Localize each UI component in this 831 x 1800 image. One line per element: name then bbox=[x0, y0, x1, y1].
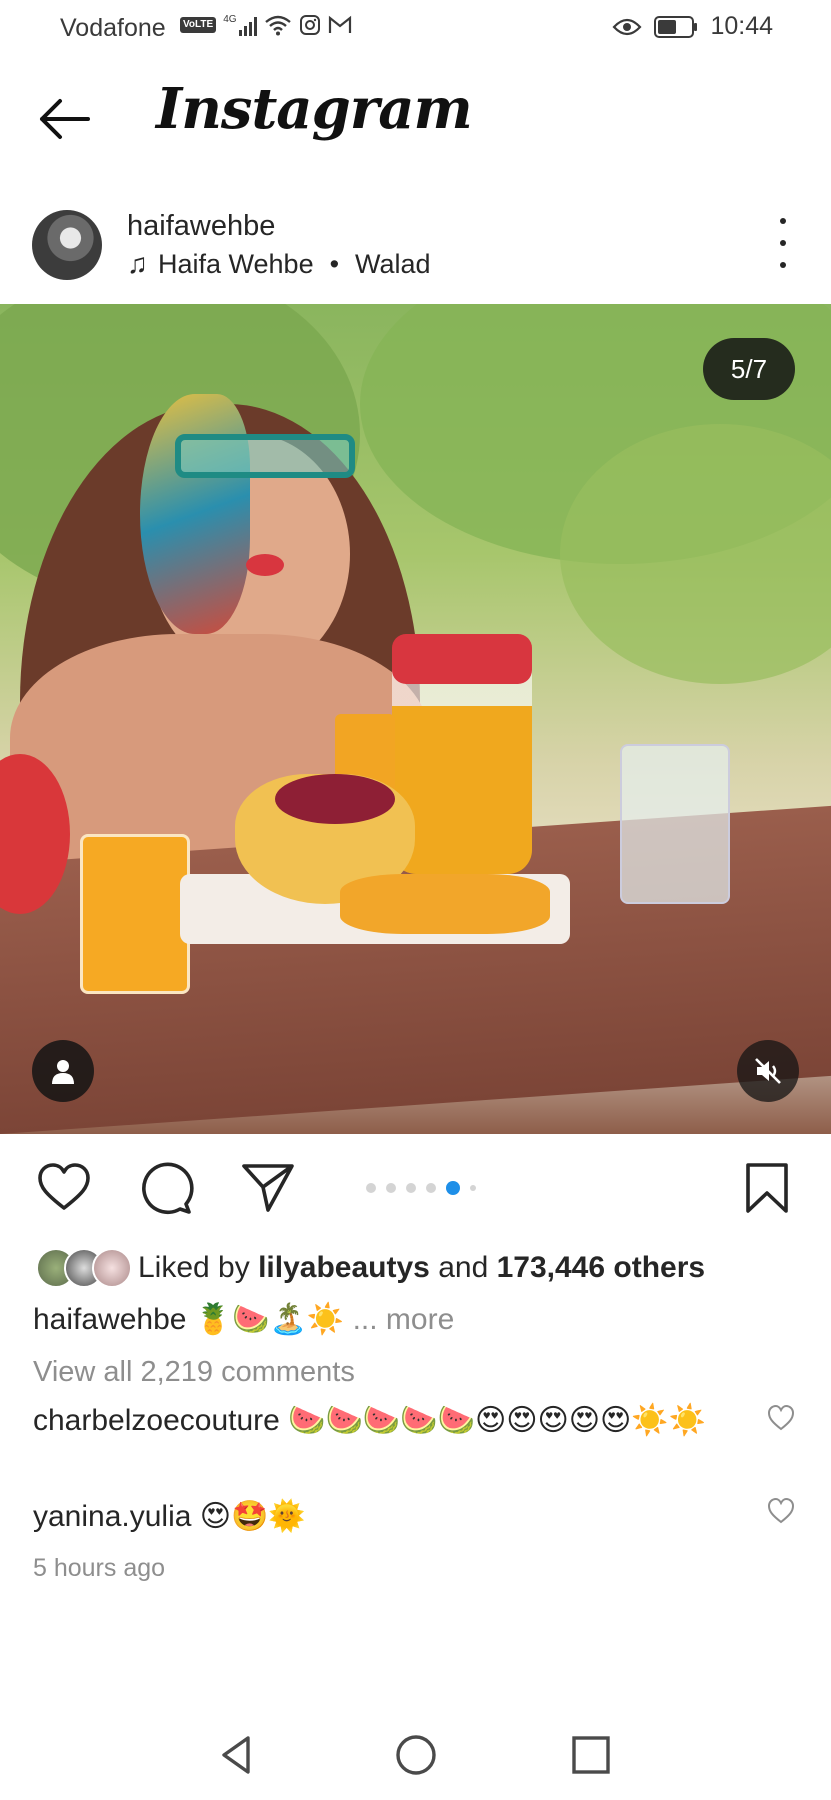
comment: yanina.yulia 😍🤩🌞 bbox=[33, 1496, 733, 1538]
wifi-icon bbox=[264, 15, 291, 36]
nav-recents-square-icon[interactable] bbox=[568, 1732, 614, 1778]
instagram-notification-icon bbox=[299, 15, 320, 35]
post-username[interactable]: haifawehbe bbox=[127, 210, 275, 243]
nav-back-triangle-icon[interactable] bbox=[214, 1732, 260, 1778]
carrier-label: Vodafone bbox=[60, 14, 166, 42]
carousel-counter: 5/7 bbox=[703, 338, 795, 400]
volte-badge: VoLTE bbox=[180, 17, 217, 33]
carousel-indicator bbox=[366, 1181, 476, 1195]
avatar bbox=[92, 1248, 132, 1288]
caption-text: 🍍🍉🏝️☀️ bbox=[194, 1303, 345, 1336]
comment: charbelzoecouture 🍉🍉🍉🍉🍉😍😍😍😍😍☀️☀️ bbox=[33, 1400, 733, 1442]
music-note-icon: ♫ bbox=[127, 248, 148, 279]
post-actions bbox=[0, 1150, 831, 1226]
music-title: Walad bbox=[355, 248, 431, 279]
post-caption: haifawehbe 🍍🍉🏝️☀️ ... more bbox=[33, 1302, 454, 1337]
back-button[interactable] bbox=[36, 94, 92, 144]
status-icons: VoLTE 4G bbox=[180, 14, 352, 36]
clock: 10:44 bbox=[710, 12, 773, 40]
more-options-button[interactable] bbox=[771, 218, 795, 268]
comment-like-heart-icon[interactable] bbox=[767, 1497, 795, 1525]
likes-prefix: Liked by bbox=[138, 1251, 250, 1284]
music-separator: • bbox=[329, 248, 340, 279]
post-header: haifawehbe ♫ Haifa Wehbe • Walad bbox=[0, 200, 831, 290]
like-button[interactable] bbox=[36, 1160, 92, 1216]
app-header: Instagram bbox=[0, 70, 831, 170]
comment-like-heart-icon[interactable] bbox=[767, 1404, 795, 1432]
bookmark-icon bbox=[746, 1163, 788, 1213]
eye-comfort-icon bbox=[612, 18, 642, 35]
caption-username[interactable]: haifawehbe bbox=[33, 1303, 186, 1336]
tagged-people-button[interactable] bbox=[32, 1040, 94, 1102]
likes-connector: and bbox=[438, 1251, 489, 1284]
comment-bubble-icon bbox=[142, 1162, 194, 1215]
post-timestamp: 5 hours ago bbox=[33, 1554, 166, 1582]
comment-button[interactable] bbox=[138, 1160, 194, 1216]
likes-others[interactable]: 173,446 others bbox=[497, 1251, 705, 1284]
comment-text: 🍉🍉🍉🍉🍉😍😍😍😍😍☀️☀️ bbox=[288, 1404, 707, 1437]
gmail-notification-icon bbox=[328, 15, 351, 33]
comment-username[interactable]: yanina.yulia bbox=[33, 1500, 191, 1533]
comment-text: 😍🤩🌞 bbox=[199, 1500, 306, 1533]
carousel-dot bbox=[386, 1183, 396, 1193]
view-all-comments-link[interactable]: View all 2,219 comments bbox=[33, 1356, 355, 1389]
system-nav-bar bbox=[0, 1710, 831, 1800]
more-dot-icon bbox=[780, 218, 786, 224]
carousel-dot-active bbox=[446, 1181, 460, 1195]
nav-home-circle-icon[interactable] bbox=[393, 1732, 439, 1778]
music-info[interactable]: ♫ Haifa Wehbe • Walad bbox=[127, 248, 431, 280]
music-artist: Haifa Wehbe bbox=[158, 248, 314, 279]
likes-summary[interactable]: Liked by lilyabeautys and 173,446 others bbox=[36, 1246, 705, 1290]
more-dot-icon bbox=[780, 240, 786, 246]
instagram-logo: Instagram bbox=[156, 76, 473, 142]
battery-icon bbox=[654, 15, 698, 38]
status-right: 10:44 bbox=[612, 12, 773, 41]
comment-username[interactable]: charbelzoecouture bbox=[33, 1404, 280, 1437]
person-icon bbox=[52, 1060, 74, 1084]
liker-username[interactable]: lilyabeautys bbox=[258, 1251, 430, 1284]
carousel-dot bbox=[406, 1183, 416, 1193]
carousel-dot bbox=[366, 1183, 376, 1193]
likes-text: Liked by lilyabeautys and 173,446 others bbox=[138, 1251, 705, 1285]
liker-avatars bbox=[36, 1248, 132, 1288]
speaker-muted-icon bbox=[755, 1058, 781, 1084]
avatar[interactable] bbox=[32, 210, 102, 280]
status-bar: Vodafone VoLTE 4G 10:44 bbox=[0, 0, 831, 58]
mute-button[interactable] bbox=[737, 1040, 799, 1102]
paper-plane-icon bbox=[242, 1164, 294, 1212]
caption-more-link[interactable]: ... more bbox=[353, 1303, 455, 1336]
carousel-dot bbox=[470, 1185, 476, 1191]
carousel-dot bbox=[426, 1183, 436, 1193]
heart-icon bbox=[38, 1163, 90, 1210]
save-button[interactable] bbox=[739, 1160, 795, 1216]
more-dot-icon bbox=[780, 262, 786, 268]
signal-icon: 4G bbox=[223, 14, 257, 36]
arrow-left-icon bbox=[40, 99, 90, 139]
network-type: 4G bbox=[223, 14, 237, 25]
share-button[interactable] bbox=[240, 1160, 296, 1216]
post-image[interactable]: 5/7 bbox=[0, 304, 831, 1134]
